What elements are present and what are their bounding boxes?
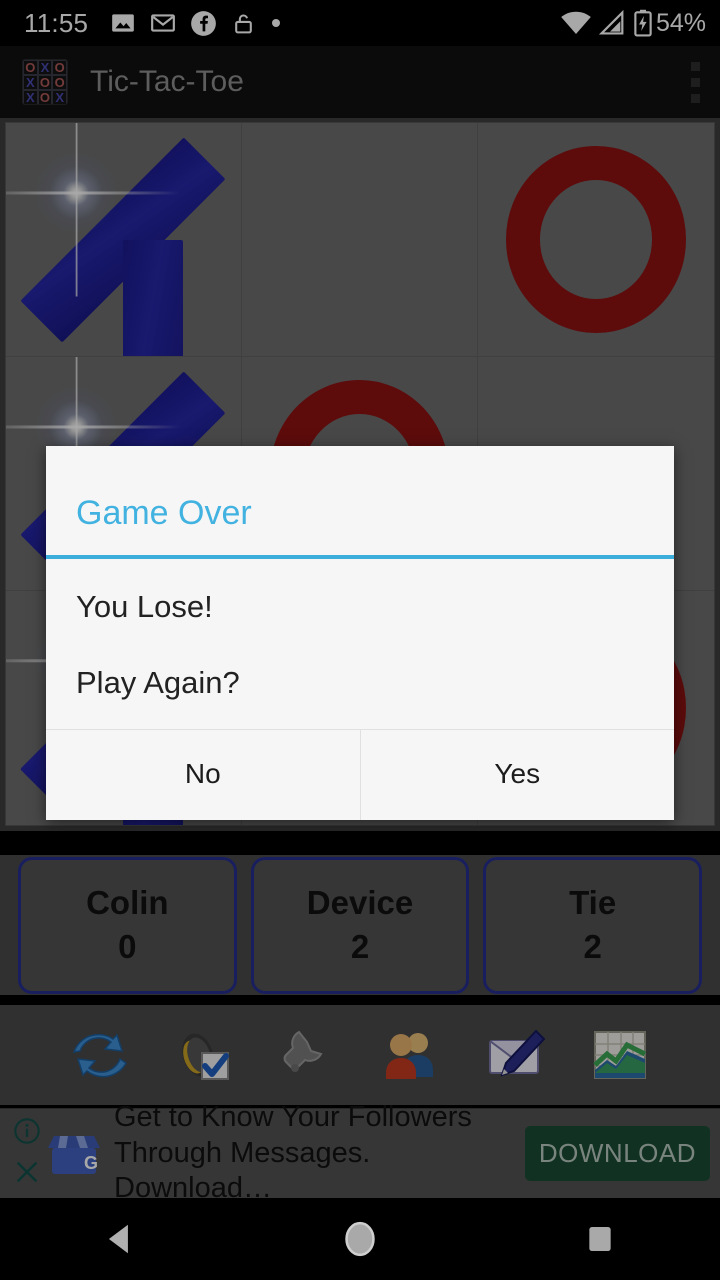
dialog-result-text: You Lose! [76,589,213,624]
phone-screen: 11:55 54% O X O X O O X O X Tic-Tac-Toe … [0,0,720,1280]
dialog-message: You Lose! Play Again? [46,559,674,729]
dialog-no-button[interactable]: No [46,730,360,820]
recents-button[interactable] [540,1198,660,1280]
back-button[interactable] [60,1198,180,1280]
dialog-yes-button[interactable]: Yes [359,730,674,820]
home-button[interactable] [300,1198,420,1280]
game-over-dialog: Game Over You Lose! Play Again? No Yes [46,446,674,820]
dialog-prompt-text: Play Again? [76,665,240,700]
dialog-title: Game Over [76,494,252,532]
dialog-button-row: No Yes [46,729,674,820]
android-nav-bar [0,1198,720,1280]
